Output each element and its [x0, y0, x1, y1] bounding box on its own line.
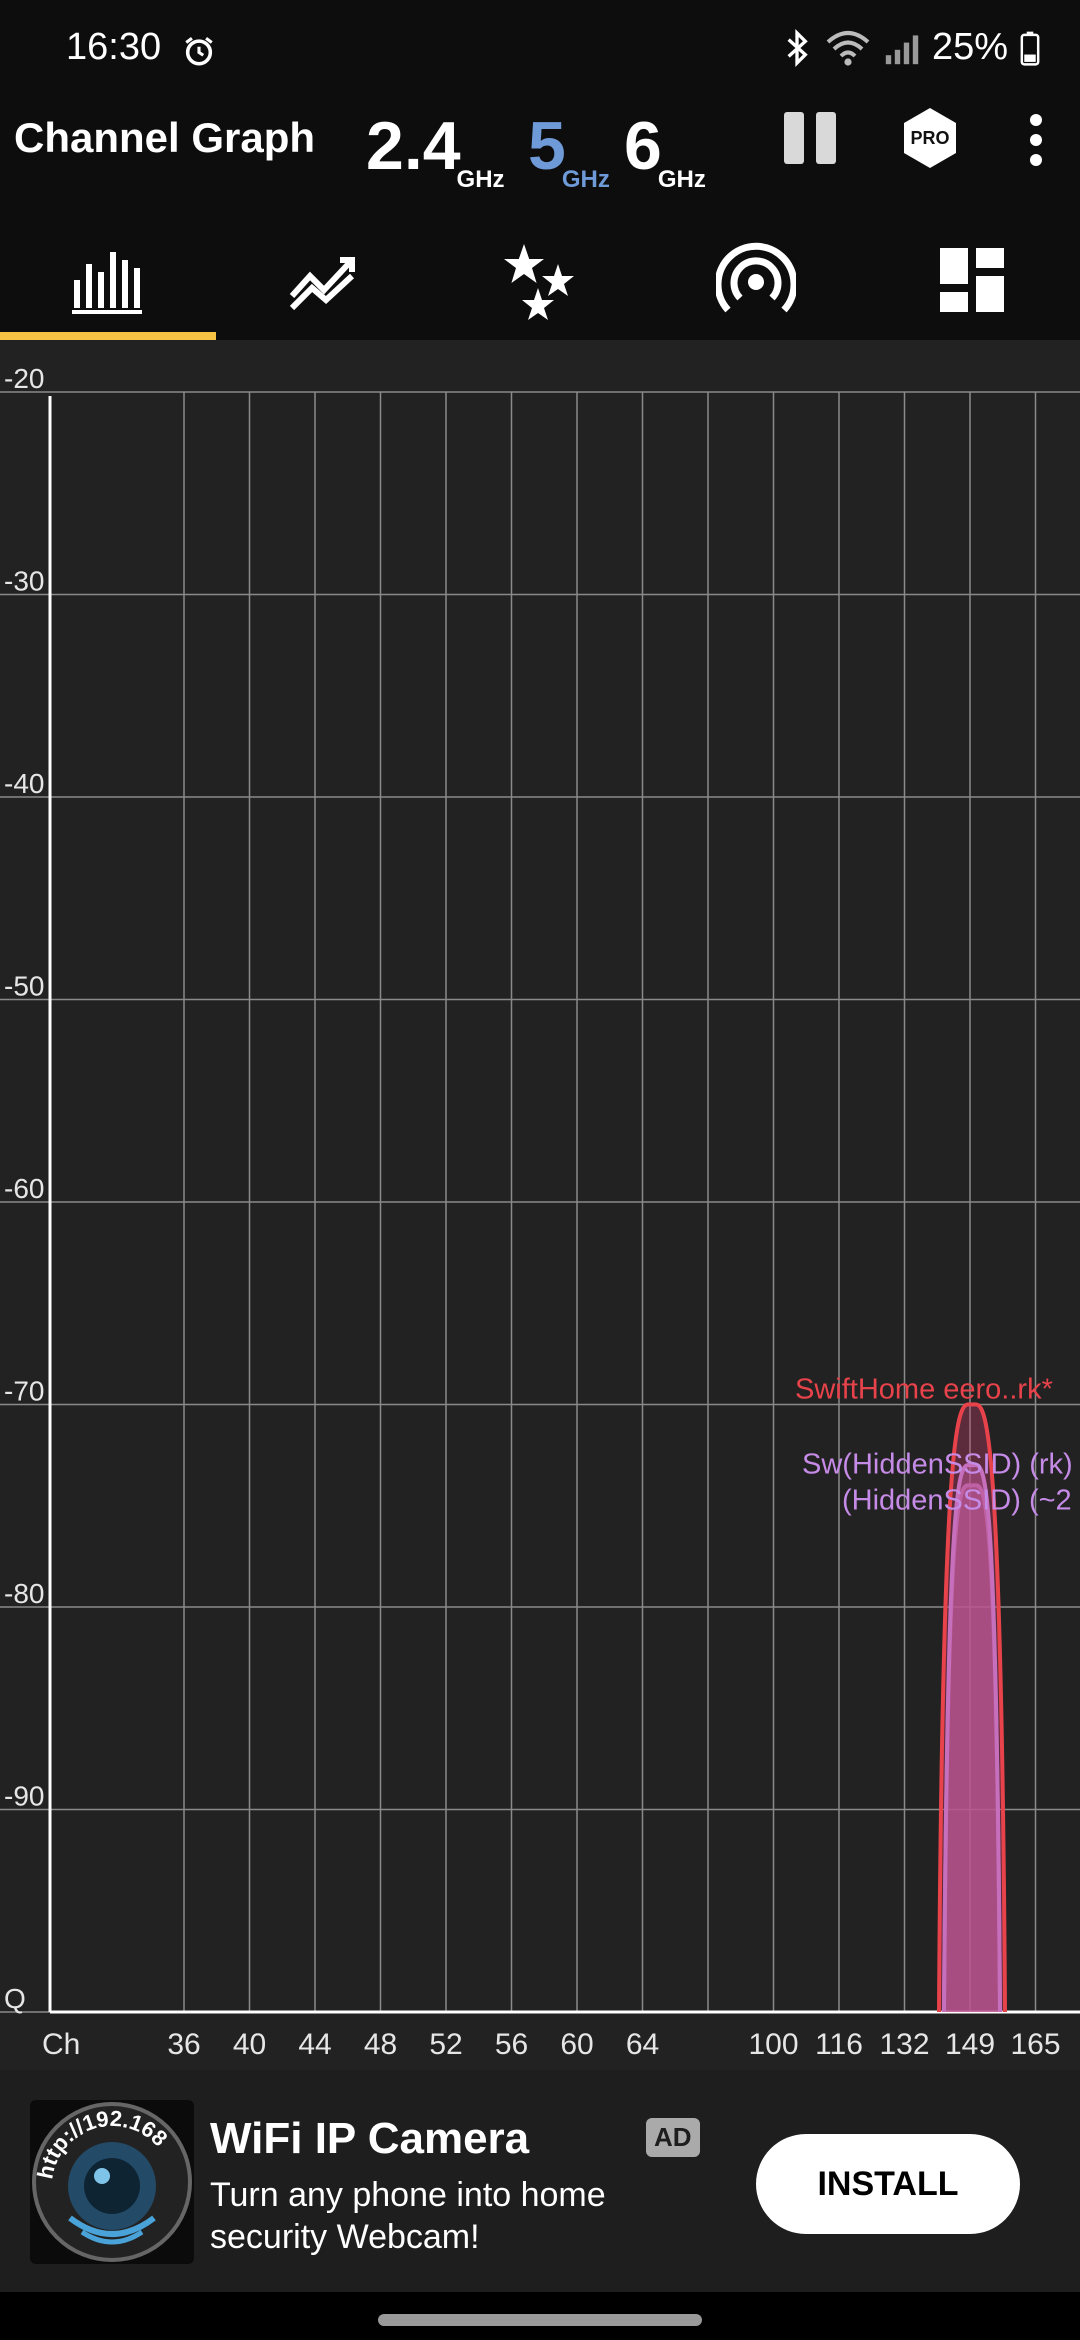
- y-tick-label: -60: [4, 1173, 44, 1204]
- band-5ghz-value: 5: [528, 108, 566, 184]
- x-tick-label: 36: [167, 2028, 200, 2061]
- app-bar: Channel Graph 2.4 GHz 5 GHz 6 GHz PRO: [0, 100, 1080, 220]
- band-2-4ghz-button[interactable]: 2.4 GHz: [366, 108, 505, 193]
- series-label: Sw(HiddenSSID) (rk): [802, 1448, 1073, 1480]
- x-tick-label: 116: [815, 2028, 863, 2061]
- y-tick-label: -90: [4, 1781, 44, 1812]
- tab-selected-indicator: [0, 332, 216, 340]
- install-button[interactable]: INSTALL: [756, 2134, 1020, 2234]
- stars-icon: [504, 244, 574, 320]
- tab-bar: [0, 220, 1080, 340]
- wifi-icon: [826, 30, 870, 66]
- channel-graph-svg: -20 -30 -40 -50 -60 -70 -80 -90 Q 36 40 44 48 52 56 60 6…: [0, 363, 1080, 2061]
- status-icons: 25%: [782, 26, 1040, 69]
- x-tick-label: 100: [748, 2028, 798, 2061]
- x-tick-label: 60: [560, 2028, 593, 2061]
- band-2-4ghz-unit: GHz: [456, 166, 505, 193]
- camera-lens-icon: http://192.168: [32, 2102, 192, 2262]
- series-label: SwiftHome eero..rk*: [795, 1374, 1053, 1406]
- ad-title[interactable]: WiFi IP Camera: [210, 2114, 529, 2164]
- x-tick-label: 44: [298, 2028, 331, 2061]
- y-tick-label: -30: [4, 566, 44, 597]
- system-nav-bar: [0, 2292, 1080, 2340]
- line-graph-icon: [289, 257, 355, 311]
- band-6ghz-button[interactable]: 6 GHz: [624, 108, 706, 193]
- band-5ghz-button[interactable]: 5 GHz: [528, 108, 610, 193]
- alarm-icon: [185, 37, 213, 66]
- ad-app-icon[interactable]: http://192.168: [30, 2100, 194, 2264]
- x-tick-label: 40: [233, 2028, 266, 2061]
- x-axis-label: Ch: [42, 2028, 80, 2061]
- tab-access-points[interactable]: [648, 220, 864, 340]
- more-options-icon[interactable]: [1016, 110, 1056, 170]
- ad-description: Turn any phone into home security Webcam…: [210, 2176, 606, 2256]
- bar-chart-icon: [72, 252, 142, 314]
- battery-percent: 25%: [931, 26, 1008, 68]
- bluetooth-icon: [787, 28, 808, 67]
- tab-channel-rating[interactable]: [432, 220, 648, 340]
- x-tick-label: 52: [429, 2028, 462, 2061]
- band-5ghz-unit: GHz: [561, 166, 610, 193]
- y-tick-label: -20: [4, 363, 44, 394]
- signal-icon: [885, 34, 919, 64]
- tab-time-graph[interactable]: [216, 220, 432, 340]
- x-tick-label: 56: [495, 2028, 528, 2061]
- status-bar: 16:30 25%: [0, 0, 1080, 100]
- pro-button[interactable]: PRO: [898, 106, 962, 170]
- ad-banner[interactable]: http://192.168 WiFi IP Camera AD Turn an…: [0, 2070, 1080, 2292]
- battery-icon: [1020, 31, 1040, 66]
- x-tick-label: 149: [945, 2028, 995, 2061]
- y-tick-label: -70: [4, 1376, 44, 1407]
- x-tick-label: 132: [879, 2028, 929, 2061]
- y-tick-label: -40: [4, 768, 44, 799]
- channel-graph-chart: -20 -30 -40 -50 -60 -70 -80 -90 Q 36 40 44 48 52 56 60 6…: [0, 340, 1080, 2070]
- band-2-4ghz-value: 2.4: [366, 108, 461, 184]
- x-tick-label: 48: [364, 2028, 397, 2061]
- band-6ghz-value: 6: [624, 108, 662, 184]
- tab-dashboard[interactable]: [864, 220, 1080, 340]
- series-label: (HiddenSSID) (~2: [842, 1485, 1072, 1517]
- status-time: 16:30: [66, 26, 162, 68]
- y-tick-label: -50: [4, 971, 44, 1002]
- x-tick-label: 165: [1010, 2028, 1060, 2061]
- y-tick-label: Q: [4, 1983, 26, 2014]
- tab-channel-graph[interactable]: [0, 220, 216, 340]
- home-gesture-handle[interactable]: [378, 2314, 702, 2326]
- pro-label: PRO: [910, 128, 949, 148]
- band-6ghz-unit: GHz: [657, 166, 706, 193]
- y-tick-label: -80: [4, 1578, 44, 1609]
- dashboard-icon: [940, 248, 1004, 312]
- access-point-icon: [716, 242, 796, 313]
- pause-button[interactable]: [782, 108, 842, 168]
- ad-badge: AD: [646, 2118, 700, 2157]
- page-title: Channel Graph: [14, 114, 316, 161]
- x-tick-label: 64: [626, 2028, 659, 2061]
